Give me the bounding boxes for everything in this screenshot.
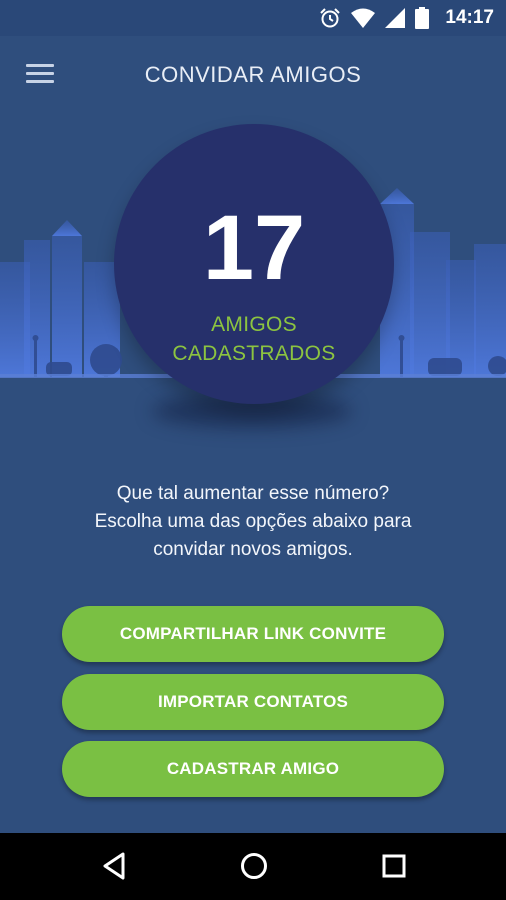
- wifi-icon: [351, 8, 376, 28]
- alarm-icon: [320, 8, 341, 28]
- friends-count: 17: [202, 197, 306, 299]
- prompt-line2: Escolha uma das opções abaixo para: [94, 511, 412, 532]
- status-bar: 14:17: [0, 0, 506, 36]
- status-time: 14:17: [445, 7, 494, 28]
- counter-label-line2: CADASTRADOS: [172, 342, 336, 365]
- friends-count-label: AMIGOS CADASTRADOS: [114, 310, 394, 368]
- home-icon[interactable]: [240, 852, 268, 880]
- signal-icon: [385, 8, 406, 28]
- back-icon[interactable]: [101, 852, 127, 880]
- import-contacts-button[interactable]: IMPORTAR CONTATOS: [62, 674, 444, 730]
- prompt-line1: Que tal aumentar esse número?: [116, 483, 390, 504]
- register-friend-button[interactable]: CADASTRAR AMIGO: [62, 741, 444, 797]
- recents-icon[interactable]: [381, 852, 407, 880]
- prompt-line3: convidar novos amigos.: [153, 539, 353, 560]
- battery-icon: [415, 7, 430, 29]
- friends-counter-hero: 17 AMIGOS CADASTRADOS: [0, 112, 506, 442]
- system-nav-bar: [0, 833, 506, 900]
- counter-label-line1: AMIGOS: [211, 313, 297, 336]
- friends-counter: 17 AMIGOS CADASTRADOS: [114, 124, 394, 404]
- app-bar: CONVIDAR AMIGOS: [0, 36, 506, 112]
- share-invite-link-button[interactable]: COMPARTILHAR LINK CONVITE: [62, 606, 444, 662]
- page-title: CONVIDAR AMIGOS: [144, 62, 362, 87]
- invite-prompt: Que tal aumentar esse número? Escolha um…: [30, 480, 476, 564]
